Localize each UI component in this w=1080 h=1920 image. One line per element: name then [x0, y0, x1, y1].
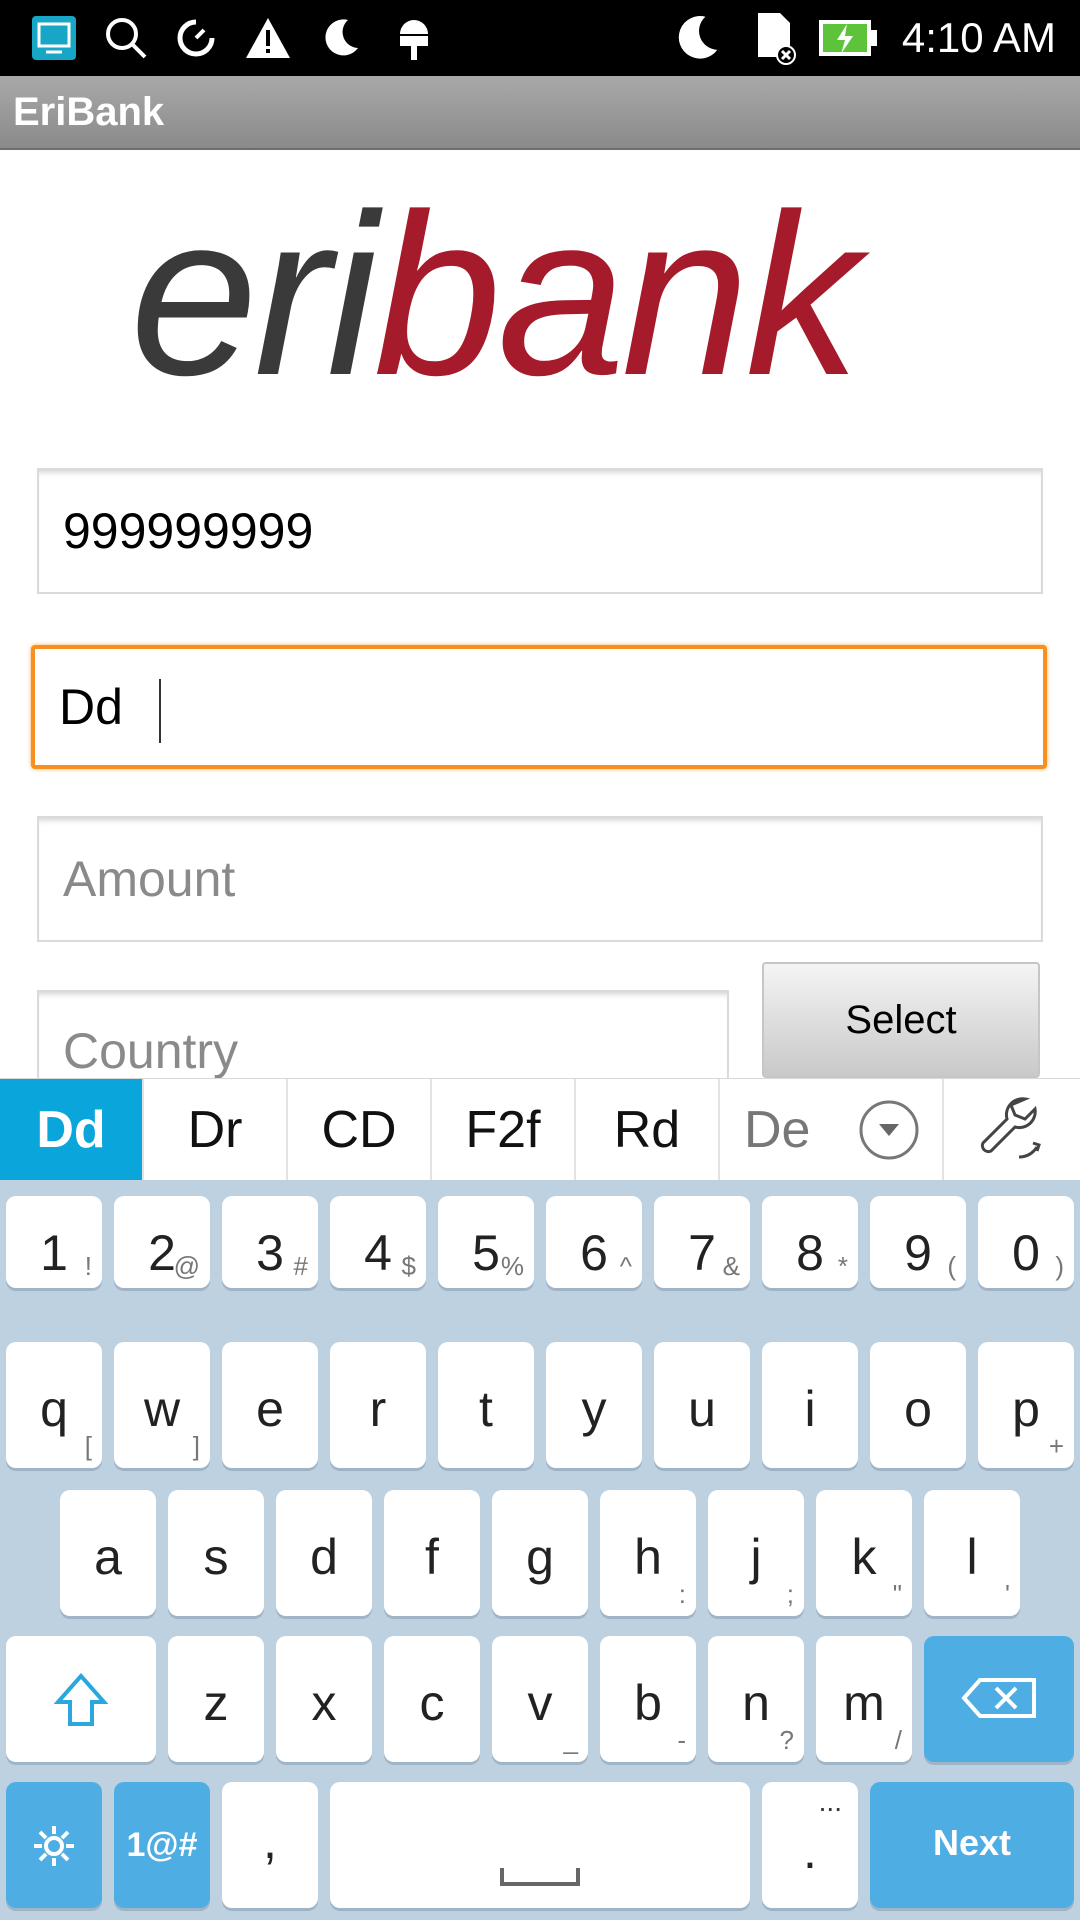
key-q[interactable]: q[	[6, 1342, 102, 1468]
backspace-key[interactable]	[924, 1636, 1074, 1762]
phone-input[interactable]	[39, 470, 1041, 592]
key-g[interactable]: g	[492, 1490, 588, 1616]
suggestion-3[interactable]: CD	[288, 1079, 432, 1181]
sd-card-removed-icon	[746, 10, 802, 66]
wrench-icon	[980, 1097, 1041, 1159]
suggestion-5[interactable]: Rd	[576, 1079, 720, 1181]
key-6[interactable]: 6 ^	[546, 1196, 642, 1288]
key-t[interactable]: t	[438, 1342, 534, 1468]
key-0[interactable]: 0)	[978, 1196, 1074, 1288]
suggestion-1[interactable]: Dd	[0, 1079, 144, 1181]
key-w[interactable]: w]	[114, 1342, 210, 1468]
suggestion-6[interactable]: De	[720, 1079, 844, 1181]
key-l[interactable]: l '	[924, 1490, 1020, 1616]
key-z[interactable]: z	[168, 1636, 264, 1762]
spacebar-icon	[500, 1868, 580, 1886]
chevron-down-circle-icon	[859, 1100, 919, 1160]
suggestion-4[interactable]: F2f	[432, 1079, 576, 1181]
action-bar: EriBank	[0, 76, 1080, 150]
key-e[interactable]: e	[222, 1342, 318, 1468]
period-key[interactable]: ... .	[762, 1782, 858, 1908]
text-cursor	[159, 679, 161, 743]
key-d[interactable]: d	[276, 1490, 372, 1616]
key-a[interactable]: a	[60, 1490, 156, 1616]
key-m[interactable]: m /	[816, 1636, 912, 1762]
warning-icon	[240, 10, 296, 66]
key-n[interactable]: n?	[708, 1636, 804, 1762]
key-b[interactable]: b-	[600, 1636, 696, 1762]
key-8[interactable]: 8 *	[762, 1196, 858, 1288]
name-field[interactable]	[31, 645, 1047, 769]
key-3[interactable]: 3 #	[222, 1196, 318, 1288]
key-f[interactable]: f	[384, 1490, 480, 1616]
status-time: 4:10 AM	[901, 14, 1056, 61]
logo-part-bank: bank	[373, 166, 861, 423]
key-p[interactable]: p +	[978, 1342, 1074, 1468]
key-j[interactable]: j;	[708, 1490, 804, 1616]
key-h[interactable]: h:	[600, 1490, 696, 1616]
amount-input[interactable]	[39, 818, 1041, 940]
shift-key[interactable]	[6, 1636, 156, 1762]
key-7[interactable]: 7 &	[654, 1196, 750, 1288]
amount-field[interactable]	[37, 816, 1043, 942]
key-2[interactable]: 2 @	[114, 1196, 210, 1288]
country-field[interactable]	[37, 990, 729, 1080]
key-4[interactable]: 4 $	[330, 1196, 426, 1288]
eribank-logo: eribank	[130, 180, 950, 420]
key-c[interactable]: c	[384, 1636, 480, 1762]
key-s[interactable]: s	[168, 1490, 264, 1616]
phone-field[interactable]	[37, 468, 1043, 594]
name-input[interactable]	[35, 649, 1043, 765]
suggestion-bar: Dd Dr CD F2f Rd De	[0, 1078, 1080, 1181]
key-5[interactable]: 5%	[438, 1196, 534, 1288]
data-saver-icon	[168, 10, 224, 66]
search-icon	[98, 10, 154, 66]
key-9[interactable]: 9(	[870, 1196, 966, 1288]
moon-icon	[668, 10, 724, 66]
keyboard: 1! 2 @ 3 # 4 $ 5% 6 ^ 7 & 8 * 9( 0) q[ w] e r …	[0, 1180, 1080, 1920]
key-x[interactable]: x	[276, 1636, 372, 1762]
logo-part-eri: eri	[130, 166, 378, 423]
shift-arrow-icon	[54, 1672, 108, 1726]
status-bar: 4:10 AM	[0, 0, 1080, 76]
key-v[interactable]: v _	[492, 1636, 588, 1762]
key-1[interactable]: 1!	[6, 1196, 102, 1288]
gear-icon	[34, 1826, 74, 1866]
next-key[interactable]: Next	[870, 1782, 1074, 1908]
battery-charging-icon	[816, 10, 880, 66]
moon-icon	[312, 10, 368, 66]
space-key[interactable]	[330, 1782, 750, 1908]
select-country-button[interactable]: Select	[762, 962, 1040, 1078]
key-o[interactable]: o	[870, 1342, 966, 1468]
comma-key[interactable]: ,	[222, 1782, 318, 1908]
key-i[interactable]: i	[762, 1342, 858, 1468]
key-u[interactable]: u	[654, 1342, 750, 1468]
symbols-key[interactable]: 1@#	[114, 1782, 210, 1908]
backspace-icon	[961, 1678, 1036, 1718]
app-title: EriBank	[13, 90, 165, 134]
key-k[interactable]: k "	[816, 1490, 912, 1616]
screen-cast-icon	[26, 10, 82, 66]
settings-key[interactable]	[6, 1782, 102, 1908]
key-r[interactable]: r	[330, 1342, 426, 1468]
country-input[interactable]	[39, 992, 727, 1078]
keyboard-settings-tool-button[interactable]	[944, 1079, 1080, 1181]
android-debug-icon	[386, 10, 442, 66]
expand-suggestions-button[interactable]	[836, 1079, 944, 1181]
suggestion-2[interactable]: Dr	[144, 1079, 288, 1181]
key-y[interactable]: y	[546, 1342, 642, 1468]
